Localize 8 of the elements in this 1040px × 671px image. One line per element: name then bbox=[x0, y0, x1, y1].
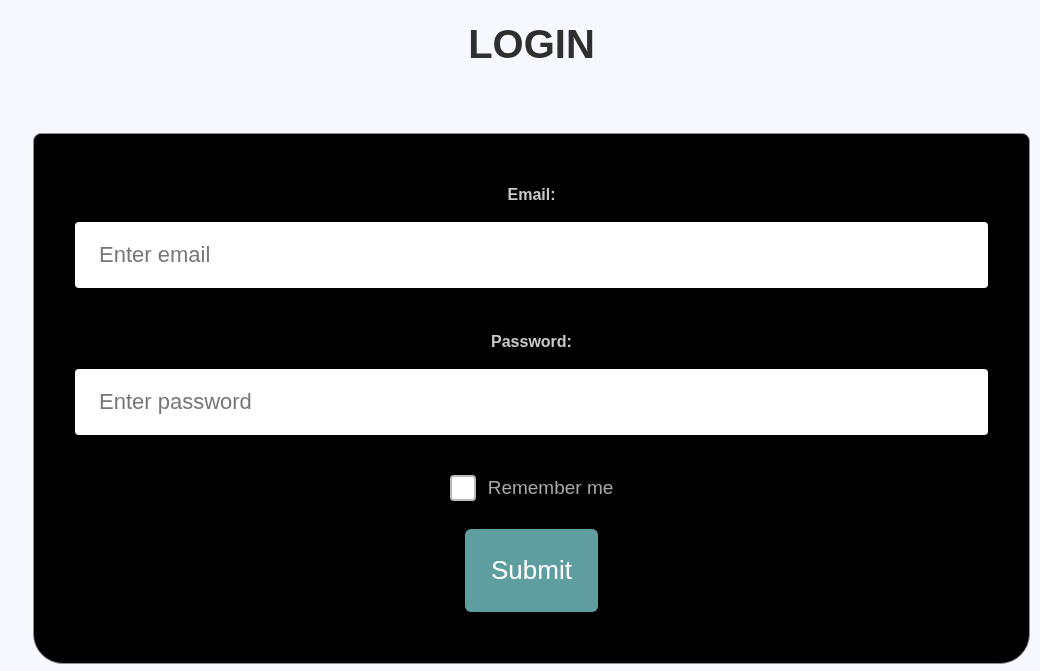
remember-checkbox[interactable] bbox=[449, 475, 476, 501]
field-label: Email: bbox=[507, 186, 556, 204]
page-title: LOGIN bbox=[468, 22, 595, 67]
input-field[interactable]: Enter password bbox=[75, 369, 988, 435]
field-label: Password: bbox=[491, 333, 572, 351]
checkbox-label: Remember me bbox=[487, 477, 614, 499]
submit-button[interactable]: Submit bbox=[465, 529, 598, 612]
input-field[interactable]: Enter email bbox=[75, 222, 988, 288]
